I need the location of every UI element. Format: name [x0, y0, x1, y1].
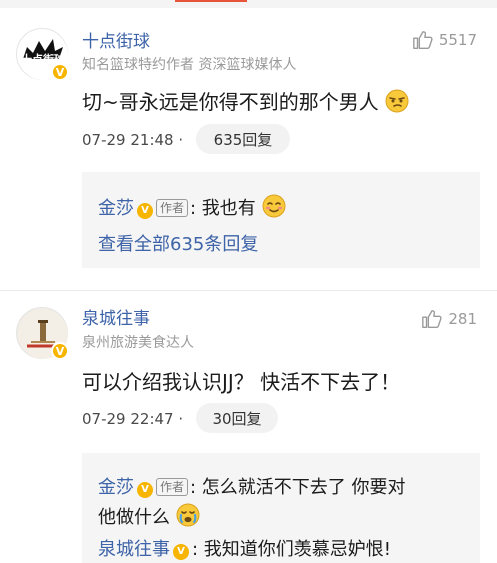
username[interactable]: 十点街球	[82, 27, 150, 52]
reply-text: : 我也有	[190, 198, 256, 219]
shy-smile-emoji-icon	[262, 194, 286, 218]
like-count: 281	[448, 310, 477, 328]
reply-line-continued: 他做什么	[98, 503, 200, 529]
reply-count-button[interactable]: 635回复	[196, 124, 290, 154]
reply-line: 金莎 V 作者: 怎么就活不下去了 你要对	[98, 473, 406, 499]
reply-count-button[interactable]: 30回复	[196, 403, 278, 433]
comment-time: 07-29 21:48 ·	[82, 131, 184, 149]
comment-time: 07-29 22:47 ·	[82, 410, 184, 428]
author-tag: 作者	[156, 199, 189, 217]
reply-author-name[interactable]: 金莎	[98, 477, 134, 498]
reply-line: 金莎 V 作者: 我也有	[98, 194, 286, 220]
smug-emoji-icon	[385, 89, 409, 113]
reply-preview-box[interactable]: 金莎 V 作者: 我也有 查看全部635条回复	[82, 172, 480, 268]
comment-item: 十点街球 V 十点街球 知名篮球特约作者 资深篮球媒体人 5517 切~哥永远是…	[0, 0, 497, 290]
verified-badge-icon: V	[137, 203, 153, 219]
thumbs-up-icon	[422, 310, 442, 328]
thumbs-up-icon	[412, 31, 433, 49]
like-button[interactable]: 5517	[412, 29, 477, 51]
like-count: 5517	[438, 31, 477, 49]
author-tag: 作者	[156, 478, 189, 496]
verified-badge-icon: V	[51, 342, 69, 360]
crying-emoji-icon	[176, 503, 200, 527]
avatar[interactable]: 十点街球 V	[16, 28, 69, 81]
verified-badge-icon: V	[137, 482, 153, 498]
reply-text: 他做什么	[98, 507, 170, 528]
verified-badge-icon: V	[173, 544, 189, 560]
verified-description: 泉州旅游美食达人	[82, 335, 194, 351]
avatar[interactable]: V	[16, 307, 69, 360]
like-button[interactable]: 281	[421, 308, 477, 330]
reply-preview-box[interactable]: 金莎 V 作者: 怎么就活不下去了 你要对 他做什么 泉城往事 V: 我知道你们羡慕忌…	[82, 453, 480, 563]
comment-text: 可以介绍我认识JJ？ 快活不下去了！	[82, 370, 401, 394]
comment-item: V 泉城往事 泉州旅游美食达人 281 可以介绍我认识JJ？ 快活不下去了！ 0…	[0, 291, 497, 563]
reply-text: : 怎么就活不下去了 你要对	[190, 477, 406, 498]
reply-author-name[interactable]: 金莎	[98, 198, 134, 219]
verified-description: 知名篮球特约作者 资深篮球媒体人	[82, 57, 297, 73]
verified-badge-icon: V	[51, 63, 69, 81]
view-all-replies-link[interactable]: 查看全部635条回复	[98, 230, 258, 256]
username[interactable]: 泉城往事	[82, 304, 150, 329]
comment-text: 切~哥永远是你得不到的那个男人	[82, 86, 409, 115]
reply-line-second: 泉城往事 V: 我知道你们羡慕忌妒恨!	[98, 535, 391, 561]
reply-text: : 我知道你们羡慕忌妒恨!	[192, 539, 392, 560]
reply-author-name[interactable]: 泉城往事	[98, 539, 170, 560]
